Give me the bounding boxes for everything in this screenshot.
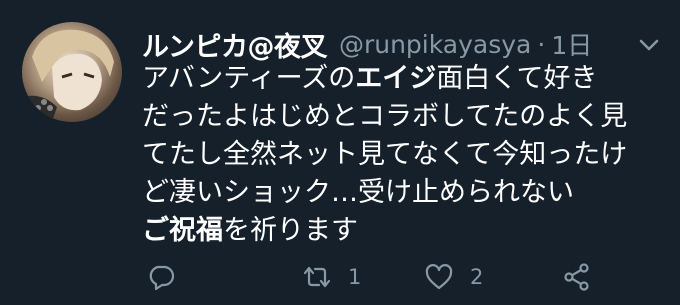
tweet-text-line-1: アバンティーズのエイジ面白くて好き (142, 60, 662, 98)
display-name[interactable]: ルンピカ@夜叉 (142, 25, 327, 64)
timestamp[interactable]: 1日 (551, 26, 592, 62)
tweet-text-line-2: だったよはじめとコラボしてたのよく見 (142, 101, 628, 132)
retweet-count: 1 (348, 265, 362, 289)
text-segment: アバンティーズの (142, 63, 356, 94)
tweet-text-line-3: てたし全然ネット見てなくて今知ったけ (142, 139, 628, 170)
bold-text-segment: ご祝福 (142, 215, 223, 246)
chevron-down-icon[interactable] (636, 32, 662, 58)
text-segment: 面白くて好き (436, 63, 598, 94)
retweet-icon (303, 266, 331, 288)
tweet-text-line-4: ど凄いショック…受け止められない (142, 177, 574, 208)
avatar[interactable] (22, 22, 122, 122)
share-icon (564, 263, 589, 291)
tweet-text: アバンティーズのエイジ面白くて好き だったよはじめとコラボしてたのよく見 てたし… (142, 60, 662, 250)
tweet-header: ルンピカ@夜叉 @runpikayasya · 1日 (142, 24, 662, 64)
reply-icon (149, 265, 175, 291)
tweet-actions: 1 2 (142, 258, 662, 296)
tweet-card[interactable]: ルンピカ@夜叉 @runpikayasya · 1日 アバンティーズのエイジ面白… (0, 0, 680, 305)
user-handle[interactable]: @runpikayasya (339, 30, 531, 59)
like-button[interactable]: 2 (424, 258, 483, 296)
share-button[interactable] (562, 258, 592, 296)
separator-dot: · (537, 29, 546, 59)
avatar-image (22, 29, 114, 122)
text-segment: を祈ります (223, 215, 358, 246)
reply-button[interactable] (146, 258, 176, 296)
retweet-button[interactable]: 1 (302, 258, 361, 296)
tweet-text-line-5: ご祝福を祈ります (142, 212, 662, 250)
bold-text-segment: エイジ (355, 63, 437, 94)
like-count: 2 (470, 265, 484, 289)
heart-icon (425, 264, 453, 290)
